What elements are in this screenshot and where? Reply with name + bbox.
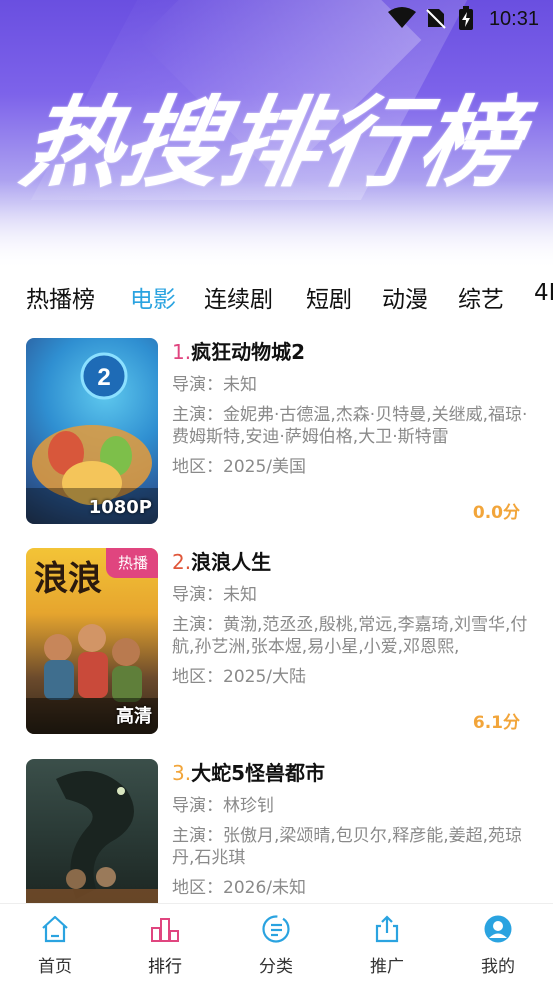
region-text: 地区：2026/未知: [172, 878, 306, 898]
list-item[interactable]: 浪浪 热播 高清 2.浪浪人生 导演：未知 主演：黄渤,范丞丞,殷桃,常远,李嘉…: [26, 548, 536, 734]
item-meta: 1.疯狂动物城2 导演：未知 主演：金妮弗·古德温,杰森·贝特曼,关继威,福琼·…: [172, 338, 536, 478]
item-meta: 2.浪浪人生 导演：未知 主演：黄渤,范丞丞,殷桃,常远,李嘉琦,刘雪华,付航,…: [172, 548, 536, 688]
cast-text: 主演：张傲月,梁颂晴,包贝尔,释彦能,姜超,苑琼丹,石兆琪: [172, 826, 523, 868]
nav-home[interactable]: 首页: [0, 904, 110, 983]
header-banner: 热搜排行榜: [0, 0, 553, 270]
list-item[interactable]: 3.大蛇5怪兽都市 导演：林珍钊 主演：张傲月,梁颂晴,包贝尔,释彦能,姜超,苑…: [26, 759, 536, 903]
rank-number: 1.: [172, 340, 192, 364]
battery-charging-icon: [459, 6, 473, 30]
status-time: 10:31: [488, 8, 539, 30]
nav-profile-label: 我的: [481, 957, 515, 977]
region-text: 地区：2025/大陆: [172, 667, 306, 687]
nav-category-label: 分类: [259, 957, 293, 977]
title-text: 疯狂动物城2: [191, 340, 306, 364]
tab-4k[interactable]: 4K: [534, 280, 553, 306]
region-text: 地区：2025/美国: [172, 457, 306, 477]
home-icon: [42, 915, 68, 943]
tab-movie[interactable]: 电影: [130, 280, 176, 314]
director-text: 导演：林珍钊: [172, 796, 274, 816]
score-text: 6.1分: [472, 713, 520, 733]
no-sim-icon: [426, 9, 446, 29]
tab-anime[interactable]: 动漫: [382, 280, 428, 314]
nav-promote-label: 推广: [370, 957, 404, 977]
nav-rank[interactable]: 排行: [110, 904, 220, 983]
rank-icon: [151, 918, 179, 942]
title-text: 大蛇5怪兽都市: [191, 761, 326, 785]
item-title[interactable]: 2.浪浪人生: [172, 548, 536, 576]
tab-hot[interactable]: 热播榜: [26, 280, 95, 314]
item-title[interactable]: 1.疯狂动物城2: [172, 338, 536, 366]
status-bar: 10:31: [0, 0, 553, 38]
nav-profile[interactable]: 我的: [443, 904, 553, 983]
profile-icon: [484, 915, 512, 943]
nav-category[interactable]: 分类: [221, 904, 331, 983]
title-text: 浪浪人生: [191, 550, 272, 574]
tab-series[interactable]: 连续剧: [204, 280, 273, 314]
director-text: 导演：未知: [172, 585, 257, 605]
quality-badge: 1080P: [88, 497, 152, 518]
category-icon: [262, 915, 290, 943]
item-meta: 3.大蛇5怪兽都市 导演：林珍钊 主演：张傲月,梁颂晴,包贝尔,释彦能,姜超,苑…: [172, 759, 536, 899]
item-title[interactable]: 3.大蛇5怪兽都市: [172, 759, 536, 787]
tab-short[interactable]: 短剧: [306, 280, 352, 314]
list-item[interactable]: 2 1080P 1.疯狂动物城2 导演：未知 主演：金妮弗·古德温,杰森·贝特曼…: [26, 338, 536, 524]
poster-image[interactable]: 2 1080P: [26, 338, 158, 524]
svg-text:浪浪: 浪浪: [34, 559, 102, 599]
tab-variety[interactable]: 综艺: [458, 280, 504, 314]
poster-image[interactable]: 浪浪 热播 高清: [26, 548, 158, 734]
cast-text: 主演：金妮弗·古德温,杰森·贝特曼,关继威,福琼·费姆斯特,安迪·萨姆伯格,大卫…: [172, 405, 528, 447]
rank-number: 2.: [172, 550, 192, 574]
director-text: 导演：未知: [172, 375, 257, 395]
quality-badge: 高清: [116, 706, 152, 727]
hot-tag: 热播: [105, 548, 158, 578]
poster-image[interactable]: [26, 759, 158, 903]
nav-home-label: 首页: [38, 957, 72, 977]
svg-text:2: 2: [97, 364, 110, 391]
cast-text: 主演：黄渤,范丞丞,殷桃,常远,李嘉琦,刘雪华,付航,孙艺洲,张本煜,易小星,小…: [172, 615, 528, 657]
poster-art: [26, 771, 158, 903]
bottom-navigation: 首页 排行 分类 推广 我的: [0, 903, 553, 983]
share-icon: [375, 915, 399, 943]
wifi-icon: [388, 7, 416, 28]
banner-title: 热搜排行榜: [13, 87, 530, 201]
score-text: 0.0分: [472, 503, 520, 523]
nav-rank-label: 排行: [148, 957, 182, 977]
nav-promote[interactable]: 推广: [332, 904, 442, 983]
category-tabs: 热播榜 电影 连续剧 短剧 动漫 综艺 4K: [0, 270, 553, 320]
rank-number: 3.: [172, 761, 192, 785]
